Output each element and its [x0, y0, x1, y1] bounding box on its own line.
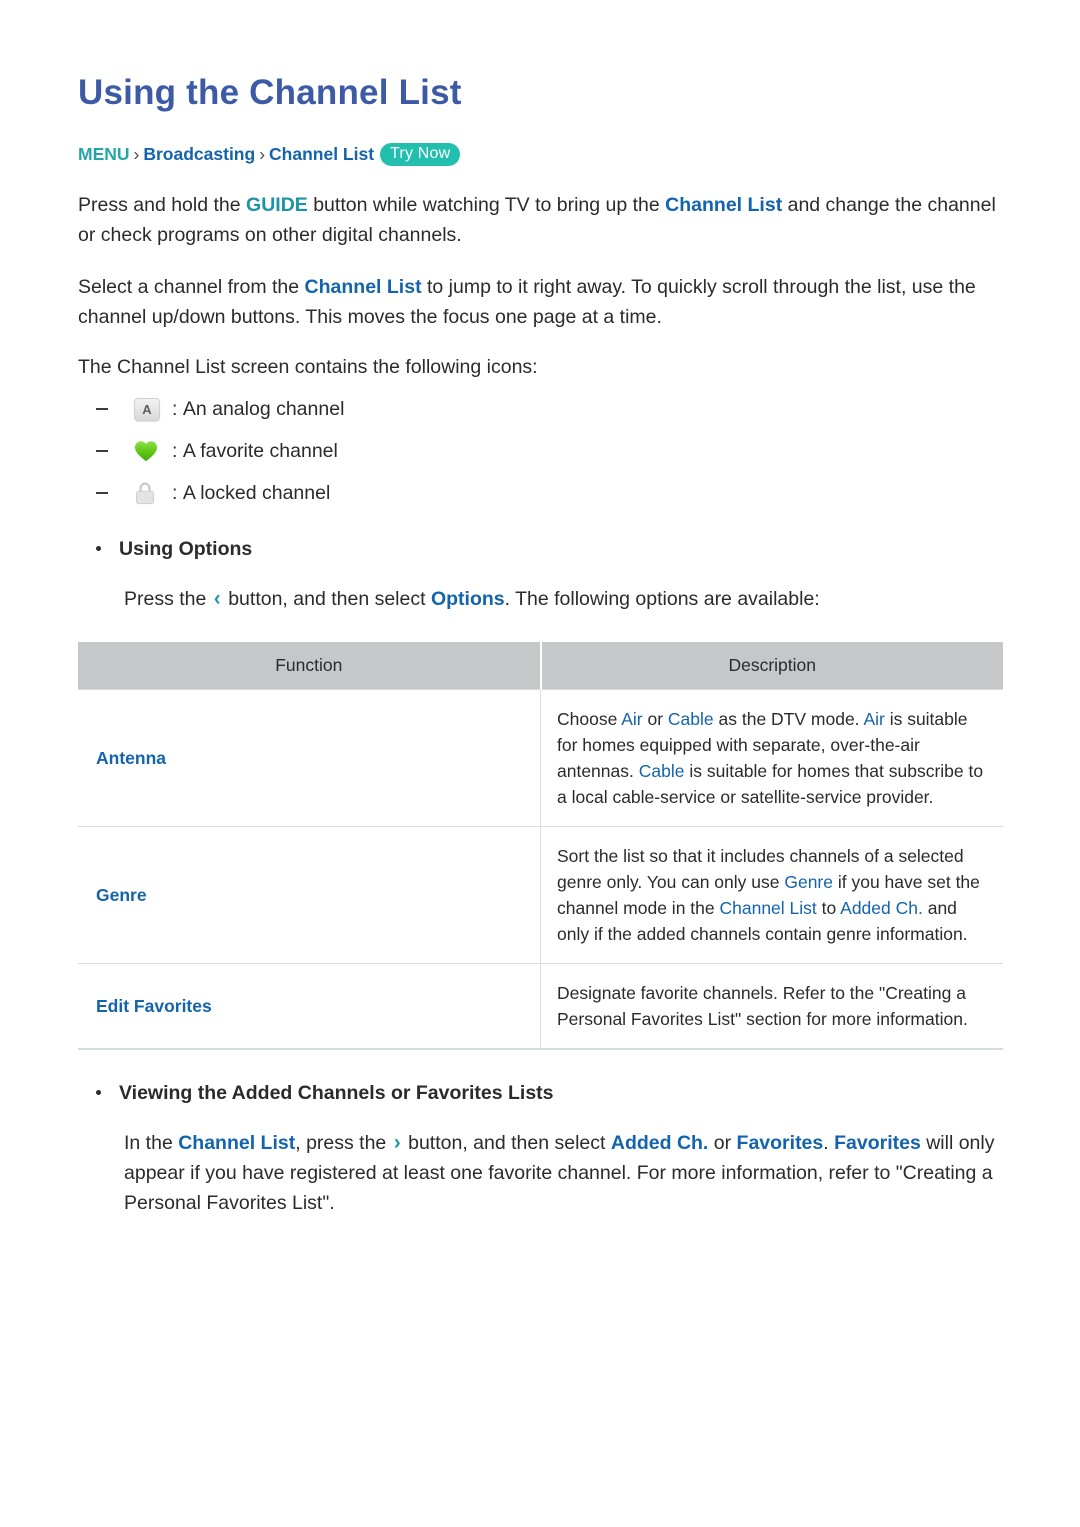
term-cable: Cable	[638, 761, 685, 782]
cell-description-antenna: Choose Air or Cable as the DTV mode. Air…	[540, 689, 1003, 828]
locked-padlock-icon	[134, 481, 168, 505]
column-header-description: Description	[540, 642, 1003, 690]
breadcrumb-level2: Channel List	[269, 144, 375, 164]
text-segment: . The following options are available:	[504, 588, 820, 611]
breadcrumb-separator-2: ›	[259, 144, 266, 164]
term-air: Air	[863, 709, 885, 730]
icon-label: A favorite channel	[182, 440, 338, 463]
channel-icon-legend: A : An analog channel : A favorite chann…	[78, 396, 1002, 506]
text-segment: or	[642, 709, 668, 730]
term-channel-list: Channel List	[719, 898, 817, 919]
paragraph-viewing-lists: In the Channel List, press the › button,…	[124, 1128, 1002, 1218]
document-page: Using the Channel List MENU › Broadcasting…	[0, 0, 1080, 1527]
dash-marker	[96, 492, 108, 495]
cell-description-genre: Sort the list so that it includes channe…	[540, 826, 1003, 965]
colon: :	[172, 482, 178, 505]
term-options: Options	[430, 588, 505, 611]
term-added-ch: Added Ch.	[840, 898, 923, 919]
text-segment: Press the	[124, 588, 212, 611]
section-heading-label: Viewing the Added Channels or Favorites …	[119, 1082, 554, 1105]
text-segment: .	[823, 1132, 835, 1155]
text-segment: to	[816, 898, 841, 919]
text-segment: or	[708, 1132, 737, 1155]
dash-marker	[96, 450, 108, 453]
list-item-locked: : A locked channel	[78, 480, 1002, 506]
term-channel-list: Channel List	[178, 1132, 296, 1155]
breadcrumb-separator-1: ›	[133, 144, 140, 164]
paragraph-icons-intro: The Channel List screen contains the fol…	[78, 356, 538, 379]
section-heading-using-options: Using Options	[78, 536, 1002, 562]
paragraph-press-options: Press the ‹ button, and then select Opti…	[124, 584, 1002, 614]
breadcrumb-level1: Broadcasting	[143, 144, 256, 164]
section-heading-viewing-lists: Viewing the Added Channels or Favorites …	[78, 1080, 1002, 1106]
analog-channel-icon: A	[134, 397, 168, 421]
text-segment: button while watching TV to bring up the	[307, 194, 666, 217]
term-air: Air	[621, 709, 643, 730]
text-segment: as the DTV mode.	[713, 709, 864, 730]
dash-marker	[96, 408, 108, 411]
bullet-dot-icon	[96, 1090, 101, 1096]
term-cable: Cable	[667, 709, 714, 730]
cell-function-genre: Genre	[78, 826, 541, 965]
try-now-badge[interactable]: Try Now	[380, 143, 461, 167]
term-added-ch: Added Ch.	[610, 1132, 709, 1155]
icon-label: An analog channel	[182, 398, 345, 421]
chevron-left-icon: ‹	[213, 587, 221, 611]
term-guide: GUIDE	[246, 194, 308, 217]
text-segment: In the	[124, 1132, 179, 1155]
colon: :	[172, 440, 178, 463]
chevron-right-icon: ›	[393, 1131, 401, 1155]
page-title: Using the Channel List	[78, 73, 462, 112]
term-favorites: Favorites	[736, 1132, 824, 1155]
section-heading-label: Using Options	[119, 538, 253, 561]
cell-function-antenna: Antenna	[78, 689, 541, 828]
breadcrumb: MENU › Broadcasting › Channel List Try Now	[78, 143, 1002, 168]
paragraph-select-channel: Select a channel from the Channel List t…	[78, 272, 1002, 332]
analog-letter: A	[134, 397, 160, 421]
text-segment: button, and then select	[402, 1132, 611, 1155]
text-segment: Choose	[557, 709, 622, 730]
text-segment: , press the	[295, 1132, 392, 1155]
term-channel-list: Channel List	[665, 194, 783, 217]
term-channel-list: Channel List	[304, 276, 422, 299]
breadcrumb-root: MENU	[78, 144, 130, 164]
favorite-heart-icon	[134, 440, 168, 462]
icon-label: A locked channel	[182, 482, 331, 505]
padlock-shape	[136, 482, 154, 505]
list-item-favorite: : A favorite channel	[78, 438, 1002, 464]
cell-function-edit-favorites: Edit Favorites	[78, 963, 541, 1051]
term-favorites: Favorites	[834, 1132, 921, 1155]
table-row: Antenna Choose Air or Cable as the DTV m…	[78, 689, 1003, 828]
bullet-dot-icon	[96, 546, 101, 552]
term-genre: Genre	[784, 872, 833, 893]
paragraph-guide-button: Press and hold the GUIDE button while wa…	[78, 190, 1002, 250]
table-header-row: Function Description	[78, 642, 1003, 690]
heart-shape	[135, 441, 157, 462]
column-header-function: Function	[78, 642, 542, 690]
colon: :	[172, 398, 178, 421]
text-segment: Select a channel from the	[78, 276, 305, 299]
table-row: Genre Sort the list so that it includes …	[78, 826, 1003, 965]
list-item-analog: A : An analog channel	[78, 396, 1002, 422]
options-table: Function Description Antenna Choose Air …	[78, 642, 1003, 1051]
table-row: Edit Favorites Designate favorite channe…	[78, 963, 1003, 1051]
text-segment: Press and hold the	[78, 194, 247, 217]
cell-description-edit-favorites: Designate favorite channels. Refer to th…	[540, 963, 1003, 1051]
text-segment: button, and then select	[222, 588, 431, 611]
